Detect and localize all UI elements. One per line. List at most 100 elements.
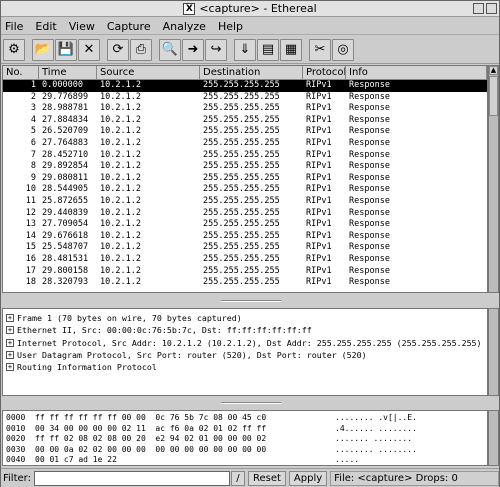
- reset-button[interactable]: Reset: [247, 470, 286, 486]
- hex-row[interactable]: 0040 00 01 c7 ad 1e 22.....: [3, 455, 487, 465]
- color-filter-button[interactable]: ▤: [257, 38, 279, 61]
- bytes-scrollbar[interactable]: [488, 410, 499, 466]
- title-bar[interactable]: X <capture> - Ethereal: [1, 1, 499, 17]
- cell-dst: 255.255.255.255: [203, 114, 280, 125]
- table-row[interactable]: 5 26.520709 10.2.1.2 255.255.255.255 RIPv1 Re…: [3, 126, 487, 138]
- cell-src: 10.2.1.2: [100, 114, 141, 125]
- detail-tree-item[interactable]: + Ethernet II, Src: 00:00:0c:76:5b:7c, Ds…: [3, 324, 487, 336]
- print-button[interactable]: ⎙: [130, 38, 152, 61]
- save-button[interactable]: 💾: [55, 38, 77, 61]
- pane-divider-top[interactable]: [2, 294, 499, 308]
- column-header-time[interactable]: Time: [39, 66, 97, 79]
- help-button[interactable]: ◎: [332, 38, 354, 61]
- detail-tree-item[interactable]: + Internet Protocol, Src Addr: 10.2.1.2 (…: [3, 337, 487, 349]
- cell-time: 28.988781: [42, 103, 89, 114]
- cell-info: Response: [349, 230, 390, 241]
- cell-time: 29.776899: [42, 91, 89, 102]
- cell-time: 27.709054: [42, 219, 89, 230]
- hex-row[interactable]: 0020 ff ff 02 08 02 08 00 20 e2 94 02 01 …: [3, 434, 487, 445]
- table-row[interactable]: 7 28.452710 10.2.1.2 255.255.255.255 RIPv1 Re…: [3, 150, 487, 162]
- open-button[interactable]: 📂: [32, 38, 54, 61]
- help-icon: ◎: [337, 42, 349, 57]
- tools-button[interactable]: ✂: [309, 38, 331, 61]
- go-forward-button[interactable]: ➜: [182, 38, 204, 61]
- preferences-icon: ▦: [284, 42, 298, 57]
- cell-time: 29.676618: [42, 230, 89, 241]
- cell-src: 10.2.1.2: [100, 80, 141, 90]
- hex-ascii: ........ .v[|..E.: [335, 413, 417, 422]
- window-title: <capture> - Ethereal: [199, 2, 317, 15]
- table-row[interactable]: 11 25.872655 10.2.1.2 255.255.255.255 RIPv1 R…: [3, 196, 487, 208]
- cell-src: 10.2.1.2: [100, 253, 141, 264]
- cell-dst: 255.255.255.255: [203, 172, 280, 183]
- cell-src: 10.2.1.2: [100, 161, 141, 172]
- go-to-packet-button[interactable]: ↪: [205, 38, 227, 61]
- table-row[interactable]: 14 29.676618 10.2.1.2 255.255.255.255 RIPv1 R…: [3, 231, 487, 243]
- hex-row[interactable]: 0000 ff ff ff ff ff ff 00 00 0c 76 5b 7c …: [3, 413, 487, 424]
- hex-row[interactable]: 0010 00 34 00 00 00 00 02 11 ac f6 0a 02 …: [3, 424, 487, 435]
- detail-tree-item[interactable]: + Frame 1 (70 bytes on wire, 70 bytes cap…: [3, 312, 487, 324]
- maximize-button[interactable]: [486, 3, 497, 14]
- menu-capture[interactable]: Capture: [107, 20, 151, 33]
- filter-history-button[interactable]: /: [230, 470, 245, 486]
- cell-info: Response: [349, 253, 390, 264]
- column-header-source[interactable]: Source: [97, 66, 200, 79]
- cell-dst: 255.255.255.255: [203, 219, 280, 230]
- cell-proto: RIPv1: [306, 149, 332, 160]
- column-header-no[interactable]: No.: [3, 66, 39, 79]
- expand-icon[interactable]: +: [6, 351, 14, 360]
- column-header-protocol[interactable]: Protocol: [303, 66, 346, 79]
- table-row[interactable]: 8 29.892854 10.2.1.2 255.255.255.255 RIPv1 Re…: [3, 161, 487, 173]
- table-row[interactable]: 18 28.320793 10.2.1.2 255.255.255.255 RIPv1 R…: [3, 277, 487, 289]
- table-row[interactable]: 17 29.800158 10.2.1.2 255.255.255.255 RIPv1 R…: [3, 266, 487, 278]
- scroll-up-arrow-icon[interactable]: ▲: [489, 66, 498, 75]
- table-row[interactable]: 9 29.080811 10.2.1.2 255.255.255.255 RIPv1 Re…: [3, 173, 487, 185]
- table-row[interactable]: 10 28.544905 10.2.1.2 255.255.255.255 RIPv1 R…: [3, 184, 487, 196]
- expand-icon[interactable]: +: [6, 326, 14, 335]
- menu-help[interactable]: Help: [218, 20, 243, 33]
- expand-icon[interactable]: +: [6, 363, 14, 372]
- expand-icon[interactable]: +: [6, 338, 14, 347]
- cell-no: 8: [30, 161, 36, 172]
- apply-button[interactable]: Apply: [288, 470, 328, 486]
- cell-info: Response: [349, 161, 390, 172]
- capture-options-button[interactable]: ⚙: [3, 38, 25, 61]
- table-row[interactable]: 16 28.481531 10.2.1.2 255.255.255.255 RIPv1 R…: [3, 254, 487, 266]
- table-row[interactable]: 15 25.548707 10.2.1.2 255.255.255.255 RIPv1 R…: [3, 242, 487, 254]
- preferences-button[interactable]: ▦: [280, 38, 302, 61]
- table-row[interactable]: 3 28.988781 10.2.1.2 255.255.255.255 RIPv1 Re…: [3, 103, 487, 115]
- details-scrollbar[interactable]: [488, 308, 499, 396]
- hex-row[interactable]: 0030 00 00 0a 02 02 00 00 00 00 00 00 00 …: [3, 445, 487, 456]
- reload-button[interactable]: ⟳: [107, 38, 129, 61]
- column-header-info[interactable]: Info: [346, 66, 487, 79]
- detail-tree-item[interactable]: + Routing Information Protocol: [3, 361, 487, 373]
- cell-src: 10.2.1.2: [100, 242, 141, 253]
- pane-divider-bottom[interactable]: [2, 396, 499, 410]
- table-row[interactable]: 2 29.776899 10.2.1.2 255.255.255.255 RIPv1 Re…: [3, 92, 487, 104]
- menu-file[interactable]: File: [5, 20, 23, 33]
- cell-no: 4: [30, 114, 36, 125]
- table-row[interactable]: 6 27.764883 10.2.1.2 255.255.255.255 RIPv1 Re…: [3, 138, 487, 150]
- cell-dst: 255.255.255.255: [203, 184, 280, 195]
- cell-no: 6: [30, 137, 36, 148]
- table-row[interactable]: 4 27.884834 10.2.1.2 255.255.255.255 RIPv1 Re…: [3, 115, 487, 127]
- column-header-destination[interactable]: Destination: [200, 66, 303, 79]
- scroll-thumb[interactable]: [489, 76, 498, 116]
- filter-input[interactable]: [33, 470, 230, 486]
- menu-bar: File Edit View Capture Analyze Help: [1, 18, 499, 35]
- detail-tree-item[interactable]: + User Datagram Protocol, Src Port: route…: [3, 349, 487, 361]
- table-row[interactable]: 13 27.709054 10.2.1.2 255.255.255.255 RIPv1 R…: [3, 219, 487, 231]
- menu-analyze[interactable]: Analyze: [163, 20, 206, 33]
- display-filter-button[interactable]: ⇓: [234, 38, 256, 61]
- expand-icon[interactable]: +: [6, 314, 14, 323]
- close-button[interactable]: ✕: [78, 38, 100, 61]
- menu-edit[interactable]: Edit: [35, 20, 56, 33]
- cell-time: 28.481531: [42, 253, 89, 264]
- packet-list-scrollbar[interactable]: ▲: [488, 65, 499, 293]
- find-button[interactable]: 🔍: [159, 38, 181, 61]
- table-row[interactable]: 1 0.000000 10.2.1.2 255.255.255.255 RIPv1 Res…: [3, 80, 487, 92]
- minimize-button[interactable]: [473, 3, 484, 14]
- toolbar: ⚙ 📂 💾 ✕ ⟳ ⎙ 🔍 ➜ ↪ ⇓ ▤ ▦ ✂ ◎: [1, 36, 499, 64]
- table-row[interactable]: 12 29.440839 10.2.1.2 255.255.255.255 RIPv1 R…: [3, 208, 487, 220]
- menu-view[interactable]: View: [69, 20, 95, 33]
